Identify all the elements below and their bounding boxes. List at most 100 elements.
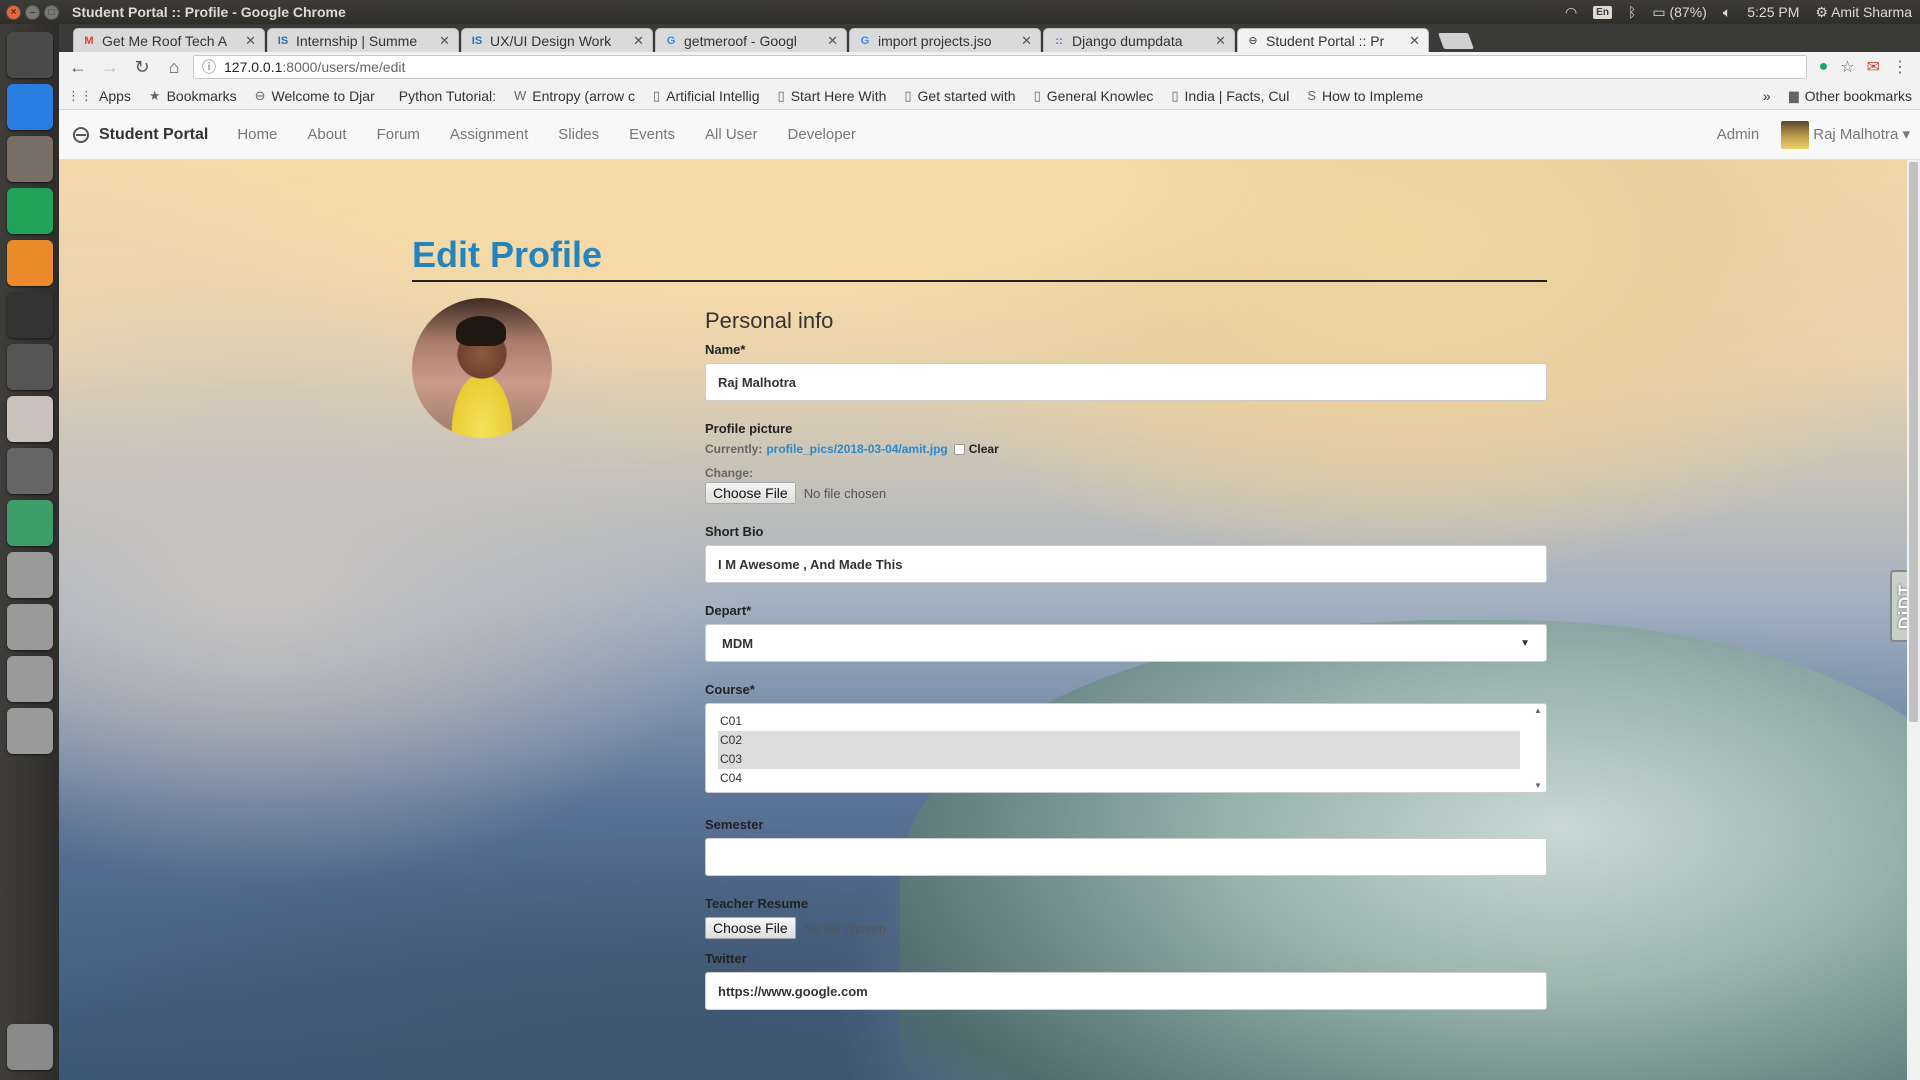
course-option[interactable]: C03 (718, 750, 1520, 769)
bookmark-item[interactable]: ▯ India | Facts, Cul (1171, 88, 1289, 104)
browser-tab[interactable]: IS Internship | Summe ✕ (267, 28, 459, 52)
user-menu[interactable]: Raj Malhotra ▾ (1781, 120, 1910, 149)
back-button[interactable]: ← (65, 54, 91, 80)
trash-icon[interactable] (6, 1024, 53, 1070)
forward-button[interactable]: → (97, 54, 123, 80)
current-picture-row: Currently: profile_pics/2018-03-04/amit.… (705, 442, 1547, 456)
browser-tab[interactable]: IS UX/UI Design Work ✕ (461, 28, 653, 52)
drive-icon[interactable] (6, 708, 53, 754)
scrollbar-thumb[interactable] (1909, 162, 1918, 722)
scroll-down-icon[interactable]: ▼ (1534, 781, 1542, 790)
bookmark-item[interactable]: Python Tutorial: (393, 88, 496, 104)
home-button[interactable]: ⌂ (161, 54, 187, 80)
tab-close-icon[interactable]: ✕ (633, 33, 644, 49)
tab-close-icon[interactable]: ✕ (1021, 33, 1032, 49)
profile-avatar (412, 298, 552, 438)
browser-tab[interactable]: Ggetmeroof - Googl ✕ (655, 28, 847, 52)
bluetooth-icon[interactable]: ᛒ (1628, 4, 1636, 20)
text-editor-icon[interactable] (6, 396, 53, 442)
nav-link-all-user[interactable]: All User (690, 126, 773, 143)
nav-link-events[interactable]: Events (614, 126, 690, 143)
bookmark-item[interactable]: ⋮⋮ Apps (67, 88, 131, 104)
info-icon[interactable]: ⓘ (202, 57, 216, 77)
bookmark-item[interactable]: ▯ Artificial Intellig (653, 88, 760, 104)
wifi-icon[interactable]: ◠ (1565, 4, 1577, 21)
admin-link[interactable]: Admin (1717, 126, 1760, 143)
browser-tab[interactable]: :: Django dumpdata ✕ (1043, 28, 1235, 52)
course-option[interactable]: C02 (718, 731, 1520, 750)
bookmark-item[interactable]: ▯ Start Here With (778, 88, 887, 104)
nav-link-about[interactable]: About (292, 126, 361, 143)
keyboard-language[interactable]: En (1593, 5, 1612, 19)
browser-tab[interactable]: M Get Me Roof Tech A ✕ (73, 28, 265, 52)
tab-favicon-icon: :: (1055, 34, 1063, 47)
page-scrollbar[interactable] (1907, 160, 1920, 1080)
nav-link-assignment[interactable]: Assignment (435, 126, 543, 143)
drive-icon[interactable] (6, 552, 53, 598)
scroll-up-icon[interactable]: ▲ (1534, 706, 1542, 715)
unity-launcher (0, 24, 59, 1080)
drive-icon[interactable] (6, 656, 53, 702)
files-icon[interactable] (6, 136, 53, 182)
reload-button[interactable]: ↻ (129, 54, 155, 80)
clock[interactable]: 5:25 PM (1747, 4, 1799, 20)
session-menu[interactable]: ⚙ Amit Sharma (1815, 4, 1912, 21)
tab-close-icon[interactable]: ✕ (1409, 33, 1420, 49)
bookmark-item[interactable]: S How to Impleme (1307, 88, 1423, 104)
choose-resume-button[interactable]: Choose File (705, 917, 796, 939)
terminal-icon[interactable] (6, 292, 53, 338)
workspace-switcher-icon[interactable] (6, 344, 53, 390)
volume-icon[interactable]: 🔈︎ (1723, 4, 1731, 21)
bookmark-item[interactable]: ▯ Get started with (904, 88, 1015, 104)
bookmark-item[interactable]: ⊖ Welcome to Djar (255, 88, 375, 104)
tab-close-icon[interactable]: ✕ (439, 33, 450, 49)
close-window-button[interactable]: × (6, 4, 21, 20)
drive-icon[interactable] (6, 604, 53, 650)
minimize-window-button[interactable]: – (25, 4, 40, 20)
sublime-icon[interactable] (6, 240, 53, 286)
nav-link-developer[interactable]: Developer (773, 126, 871, 143)
other-bookmarks[interactable]: ▆ Other bookmarks (1789, 88, 1912, 104)
gmail-checker-icon[interactable]: ✉ (1867, 57, 1880, 77)
battery-indicator[interactable]: ▭ (87%) (1652, 4, 1706, 21)
url-host: 127.0.0.1 (224, 59, 283, 75)
bookmark-icon: S (1307, 88, 1316, 103)
address-bar[interactable]: ⓘ 127.0.0.1:8000/users/me/edit (193, 55, 1807, 79)
twitter-field[interactable]: https://www.google.com (705, 972, 1547, 1010)
settings-icon[interactable] (6, 448, 53, 494)
bookmark-item[interactable]: W Entropy (arrow c (514, 88, 635, 104)
clear-checkbox[interactable] (953, 443, 965, 455)
depart-select[interactable]: MDM ▼ (705, 624, 1547, 662)
nav-link-forum[interactable]: Forum (362, 126, 435, 143)
nav-link-home[interactable]: Home (222, 126, 292, 143)
nav-link-slides[interactable]: Slides (543, 126, 614, 143)
course-option[interactable]: C01 (718, 712, 1520, 731)
name-field[interactable]: Raj Malhotra (705, 363, 1547, 401)
browser-tab[interactable]: Gimport projects.jso ✕ (849, 28, 1041, 52)
course-multiselect[interactable]: ▲ ▼ C01 C02 C03 C04 (705, 703, 1547, 793)
pycharm-icon[interactable] (6, 188, 53, 234)
grammarly-icon[interactable]: ● (1819, 58, 1829, 76)
tab-close-icon[interactable]: ✕ (245, 33, 256, 49)
short-bio-field[interactable]: I M Awesome , And Made This (705, 545, 1547, 583)
tab-close-icon[interactable]: ✕ (827, 33, 838, 49)
new-tab-button[interactable] (1438, 33, 1474, 49)
course-scrollbar[interactable]: ▲ ▼ (1532, 706, 1544, 790)
choose-file-button[interactable]: Choose File (705, 482, 796, 504)
browser-tab[interactable]: ⊖ Student Portal :: Pr ✕ (1237, 28, 1429, 52)
chrome-menu-icon[interactable]: ⋮ (1892, 57, 1908, 77)
bookmarks-overflow-button[interactable]: » (1763, 88, 1771, 104)
bookmark-item[interactable]: ★ Bookmarks (149, 88, 237, 104)
ubuntu-dash-icon[interactable] (6, 32, 53, 78)
atom-icon[interactable] (6, 500, 53, 546)
site-brand[interactable]: Student Portal (73, 126, 208, 144)
maximize-window-button[interactable]: □ (44, 4, 59, 20)
tab-close-icon[interactable]: ✕ (1215, 33, 1226, 49)
course-option[interactable]: C04 (718, 769, 1520, 788)
browser-window: M Get Me Roof Tech A ✕ IS Internship | Summe… (59, 24, 1920, 1080)
current-picture-link[interactable]: profile_pics/2018-03-04/amit.jpg (766, 442, 947, 456)
bookmark-star-icon[interactable]: ☆ (1840, 57, 1854, 77)
bookmark-item[interactable]: ▯ General Knowlec (1034, 88, 1154, 104)
semester-field[interactable] (705, 838, 1547, 876)
chrome-icon[interactable] (6, 84, 53, 130)
